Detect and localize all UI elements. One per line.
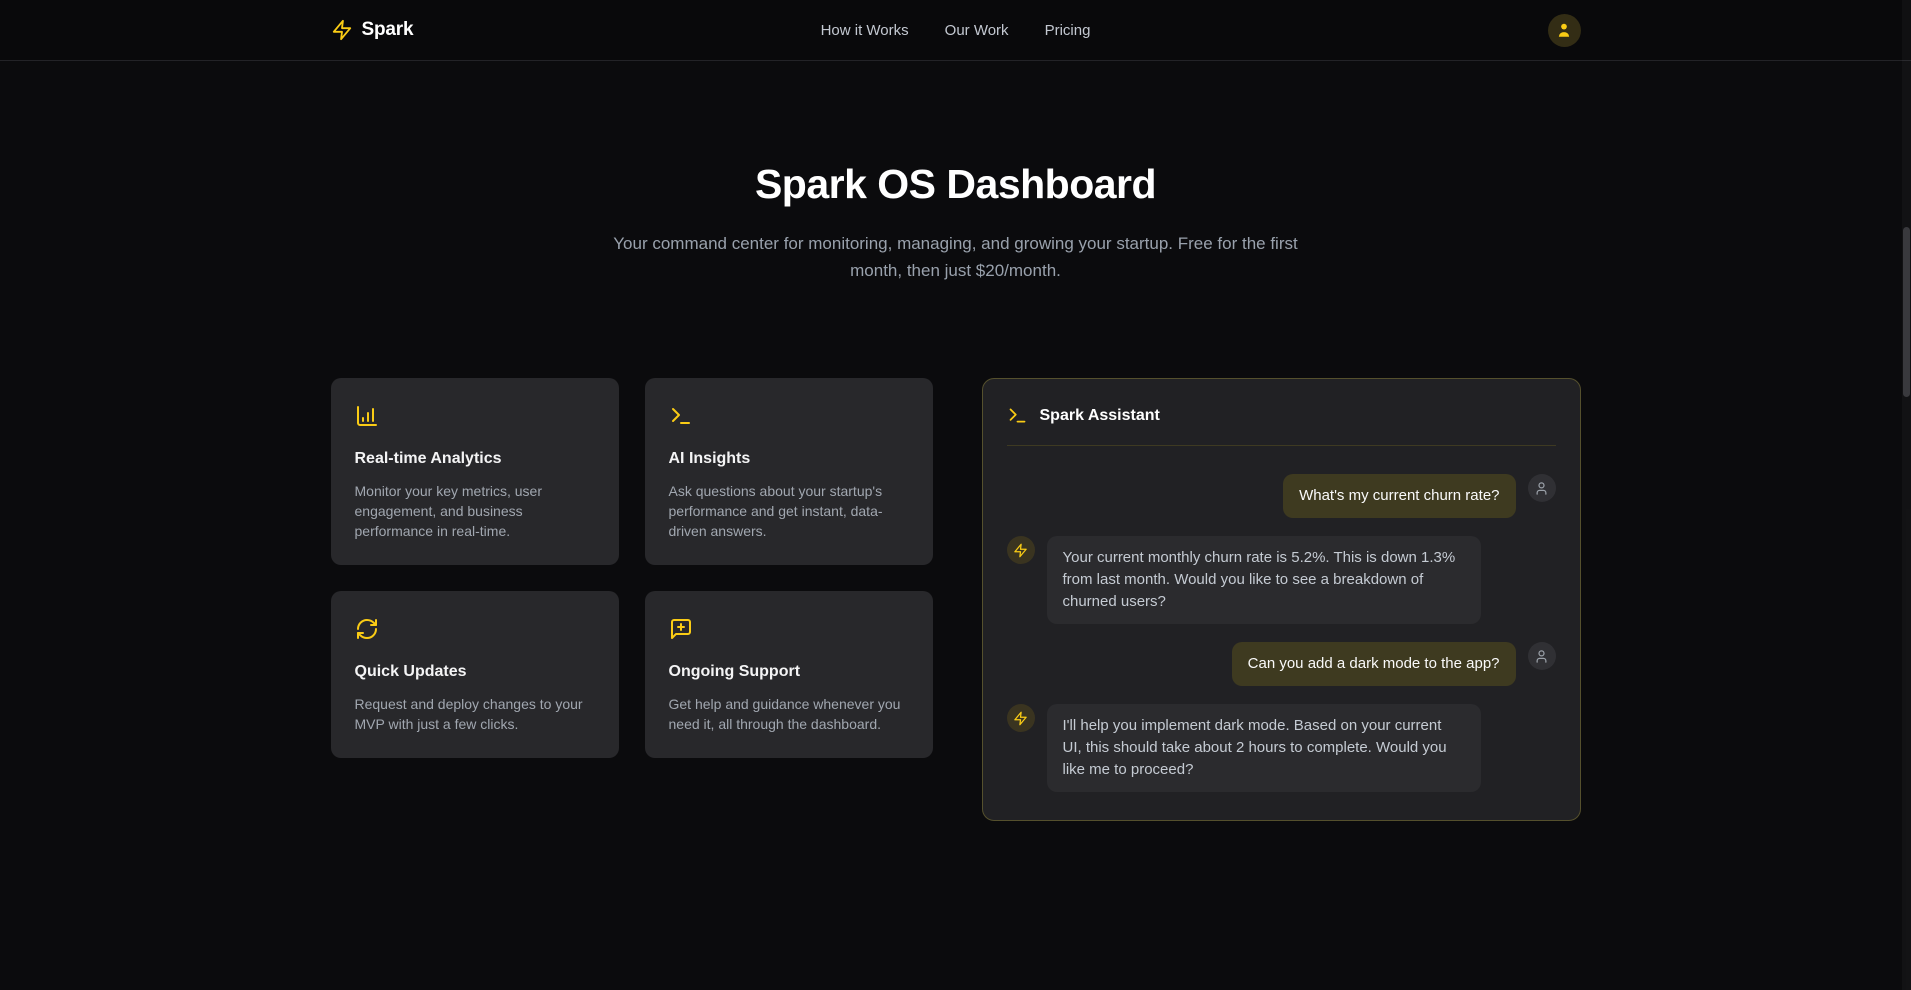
terminal-icon bbox=[1007, 405, 1028, 426]
feature-description: Monitor your key metrics, user engagemen… bbox=[355, 481, 595, 541]
assistant-message-avatar bbox=[1007, 536, 1035, 564]
main: Spark OS Dashboard Your command center f… bbox=[0, 61, 1911, 821]
user-icon bbox=[1555, 21, 1573, 39]
message-square-plus-icon bbox=[669, 617, 693, 641]
chat-message-user: What's my current churn rate? bbox=[1007, 474, 1556, 518]
chat-message-user: Can you add a dark mode to the app? bbox=[1007, 642, 1556, 686]
feature-title: Ongoing Support bbox=[669, 663, 909, 681]
nav-link-pricing[interactable]: Pricing bbox=[1045, 22, 1091, 39]
navbar-inner: Spark How it Works Our Work Pricing bbox=[331, 0, 1581, 60]
assistant-chat-bubble: I'll help you implement dark mode. Based… bbox=[1047, 704, 1481, 792]
brand-name: Spark bbox=[362, 19, 414, 41]
assistant-chat-bubble: Your current monthly churn rate is 5.2%.… bbox=[1047, 536, 1481, 624]
page-subtitle: Your command center for monitoring, mana… bbox=[606, 230, 1306, 284]
user-icon bbox=[1534, 649, 1549, 664]
page-scrollbar-track[interactable] bbox=[1902, 0, 1911, 990]
bar-chart-icon bbox=[355, 404, 379, 428]
page-title: Spark OS Dashboard bbox=[0, 161, 1911, 208]
panel-divider bbox=[1007, 445, 1556, 446]
nav-right bbox=[1090, 14, 1580, 47]
user-avatar-button[interactable] bbox=[1548, 14, 1581, 47]
feature-card-realtime-analytics: Real-time Analytics Monitor your key met… bbox=[331, 378, 619, 565]
user-message-avatar bbox=[1528, 474, 1556, 502]
spark-assistant-panel: Spark Assistant What's my current churn … bbox=[982, 378, 1581, 821]
assistant-message-avatar bbox=[1007, 704, 1035, 732]
hero-section: Spark OS Dashboard Your command center f… bbox=[0, 61, 1911, 284]
feature-description: Get help and guidance whenever you need … bbox=[669, 694, 909, 734]
user-chat-bubble: Can you add a dark mode to the app? bbox=[1232, 642, 1516, 686]
navbar: Spark How it Works Our Work Pricing bbox=[0, 0, 1911, 61]
chat-messages: What's my current churn rate? bbox=[1007, 474, 1556, 792]
user-chat-bubble: What's my current churn rate? bbox=[1283, 474, 1515, 518]
nav-link-how-it-works[interactable]: How it Works bbox=[821, 22, 909, 39]
spark-bolt-icon bbox=[1013, 711, 1028, 726]
refresh-icon bbox=[355, 617, 379, 641]
content-section: Real-time Analytics Monitor your key met… bbox=[331, 378, 1581, 821]
brand[interactable]: Spark bbox=[331, 19, 821, 41]
user-message-avatar bbox=[1528, 642, 1556, 670]
spark-logo-icon bbox=[331, 19, 353, 41]
feature-card-ongoing-support: Ongoing Support Get help and guidance wh… bbox=[645, 591, 933, 758]
spark-bolt-icon bbox=[1013, 543, 1028, 558]
feature-card-quick-updates: Quick Updates Request and deploy changes… bbox=[331, 591, 619, 758]
feature-title: Real-time Analytics bbox=[355, 450, 595, 468]
nav-links: How it Works Our Work Pricing bbox=[821, 22, 1091, 39]
feature-description: Request and deploy changes to your MVP w… bbox=[355, 694, 595, 734]
feature-card-ai-insights: AI Insights Ask questions about your sta… bbox=[645, 378, 933, 565]
nav-link-our-work[interactable]: Our Work bbox=[945, 22, 1009, 39]
feature-title: Quick Updates bbox=[355, 663, 595, 681]
feature-description: Ask questions about your startup's perfo… bbox=[669, 481, 909, 541]
assistant-panel-title: Spark Assistant bbox=[1040, 407, 1160, 425]
terminal-icon bbox=[669, 404, 693, 428]
feature-title: AI Insights bbox=[669, 450, 909, 468]
assistant-panel-header: Spark Assistant bbox=[1007, 405, 1556, 426]
chat-message-assistant: I'll help you implement dark mode. Based… bbox=[1007, 704, 1556, 792]
user-icon bbox=[1534, 481, 1549, 496]
chat-message-assistant: Your current monthly churn rate is 5.2%.… bbox=[1007, 536, 1556, 624]
page-scrollbar-thumb[interactable] bbox=[1903, 227, 1910, 397]
feature-grid: Real-time Analytics Monitor your key met… bbox=[331, 378, 933, 758]
